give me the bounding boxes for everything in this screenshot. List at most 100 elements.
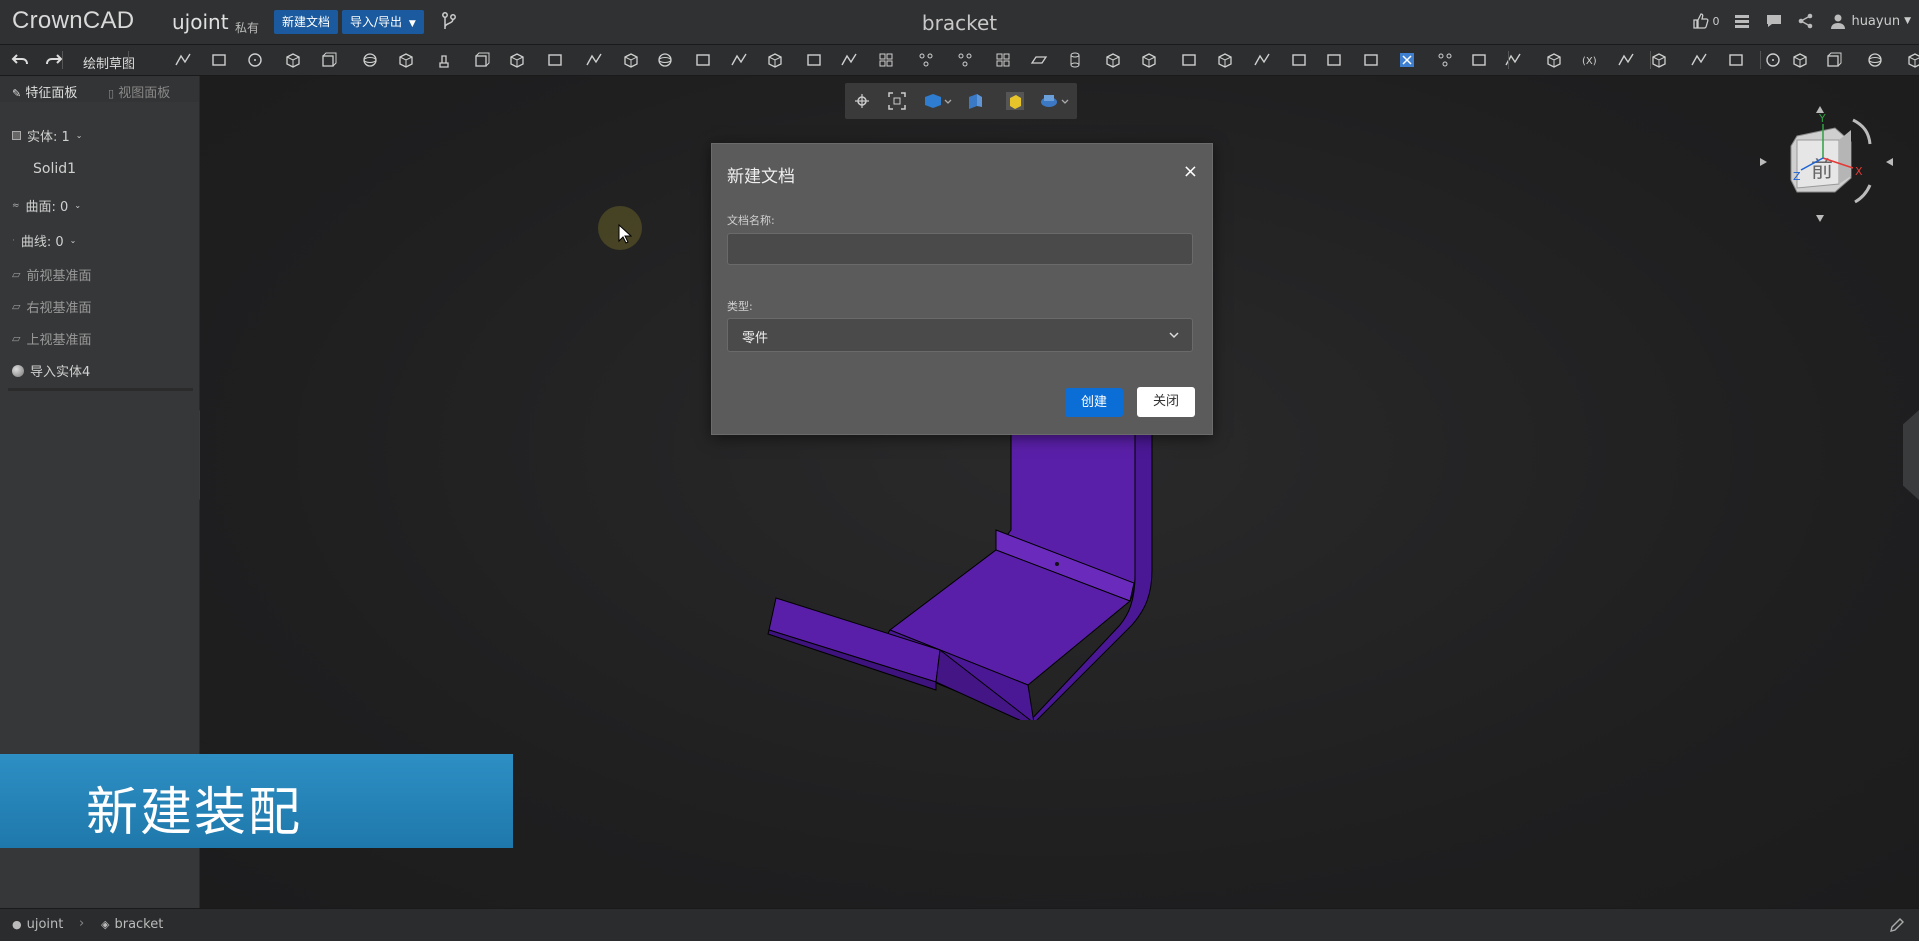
create-button[interactable]: 创建: [1065, 388, 1123, 417]
toolbar-tool-26-icon[interactable]: [1104, 51, 1122, 69]
zoom-fit-icon[interactable]: [887, 91, 907, 111]
surface-icon: ≈: [12, 200, 20, 211]
toolbar-tool-15-icon[interactable]: [694, 51, 712, 69]
render-mode-icon[interactable]: [1039, 91, 1071, 111]
tab-view-panel[interactable]: ▯ 视图面板: [108, 82, 170, 101]
close-icon[interactable]: ×: [1183, 161, 1198, 182]
tree-top-plane[interactable]: ▱ 上视基准面: [12, 329, 91, 348]
toolbar-tool-21-icon[interactable]: [917, 51, 935, 69]
toolbar-tool-40-icon[interactable]: [1617, 51, 1635, 69]
toolbar-tool-1-icon[interactable]: [174, 51, 192, 69]
toolbar-tool-41-icon[interactable]: [1650, 51, 1668, 69]
toolbar-tool-2-icon[interactable]: [210, 51, 228, 69]
tree-right-plane[interactable]: ▱ 右视基准面: [12, 297, 91, 316]
toolbar-tool-32-icon[interactable]: [1325, 51, 1343, 69]
toolbar-tool-30-icon[interactable]: [1253, 51, 1271, 69]
like-button[interactable]: 0: [1691, 12, 1719, 30]
comment-icon[interactable]: [1765, 12, 1783, 30]
toolbar-tool-44-icon[interactable]: [1764, 51, 1782, 69]
toolbar-tool-16-icon[interactable]: [730, 51, 748, 69]
panel-divider: [8, 388, 193, 391]
toolbar-tool-19-icon[interactable]: [840, 51, 858, 69]
new-document-button[interactable]: 新建文档: [274, 10, 339, 34]
toolbar-tool-4-icon[interactable]: [284, 51, 302, 69]
tree-front-plane[interactable]: ▱ 前视基准面: [12, 265, 91, 284]
app-logo[interactable]: CrownCAD: [12, 7, 134, 35]
tree-solids[interactable]: 实体: 1 ⌄: [12, 126, 83, 145]
toolbar-tool-12-icon[interactable]: [585, 51, 603, 69]
type-select[interactable]: 零件: [727, 318, 1193, 352]
toolbar-tool-33-icon[interactable]: [1362, 51, 1380, 69]
toolbar-tool-36-icon[interactable]: [1470, 51, 1488, 69]
toolbar-tool-48-icon[interactable]: [1906, 51, 1919, 69]
toolbar-tool-17-icon[interactable]: [766, 51, 784, 69]
document-name-input[interactable]: [727, 233, 1193, 265]
toolbar-tool-31-icon[interactable]: [1290, 51, 1308, 69]
main-toolbar: 绘制草图 (X): [0, 45, 1919, 76]
toolbar-tool-45-icon[interactable]: [1791, 51, 1809, 69]
tree-imported-solid[interactable]: 导入实体4: [12, 361, 90, 380]
toolbar-tool-24-icon[interactable]: [1030, 51, 1048, 69]
share-icon[interactable]: [1797, 12, 1815, 30]
breadcrumb-project[interactable]: ● ujoint: [12, 917, 63, 932]
toolbar-tool-6-icon[interactable]: [361, 51, 379, 69]
cube-face-label: 前: [1811, 158, 1833, 183]
toolbar-tool-9-icon[interactable]: [473, 51, 491, 69]
axis-x-label: X: [1855, 165, 1863, 178]
bracket-model[interactable]: [760, 420, 1160, 720]
solid-icon: [12, 131, 21, 140]
toolbar-tool-18-icon[interactable]: [805, 51, 823, 69]
toolbar-tool-23-icon[interactable]: [994, 51, 1012, 69]
toolbar-tool-25-icon[interactable]: [1066, 51, 1084, 69]
tree-surfaces[interactable]: ≈ 曲面: 0 ⌄: [12, 196, 81, 215]
view-orientation-icon[interactable]: [922, 91, 954, 111]
toolbar-tool-46-icon[interactable]: [1825, 51, 1843, 69]
privacy-label: 私有: [235, 21, 260, 35]
breadcrumb-document[interactable]: ◈ bracket: [101, 917, 163, 932]
toolbar-tool-3-icon[interactable]: [246, 51, 264, 69]
tree-item-solid1[interactable]: Solid1: [33, 161, 76, 177]
undo-icon[interactable]: [11, 51, 29, 69]
toolbar-tool-14-icon[interactable]: [656, 51, 674, 69]
toolbar-tool-37-icon[interactable]: [1504, 51, 1522, 69]
user-icon: [1831, 14, 1846, 29]
toolbar-tool-38-icon[interactable]: [1545, 51, 1563, 69]
tree-curves[interactable]: · 曲线: 0 ⌄: [12, 231, 76, 250]
snap-icon[interactable]: [852, 91, 872, 111]
toolbar-tool-5-icon[interactable]: [320, 51, 338, 69]
section-view-icon[interactable]: [965, 91, 985, 111]
shaded-display-icon[interactable]: [1005, 91, 1025, 111]
toolbar-tool-27-icon[interactable]: [1140, 51, 1158, 69]
thumbs-up-icon: [1693, 13, 1709, 29]
tab-feature-panel[interactable]: ✎ 特征面板: [12, 82, 77, 101]
toolbar-tool-28-icon[interactable]: [1180, 51, 1198, 69]
toolbar-tool-11-icon[interactable]: [546, 51, 564, 69]
redo-icon[interactable]: [45, 51, 63, 69]
user-menu[interactable]: huayun ▼: [1829, 12, 1911, 30]
toolbar-tool-10-icon[interactable]: [508, 51, 526, 69]
toolbar-tool-8-icon[interactable]: [437, 51, 455, 69]
toolbar-tool-47-icon[interactable]: [1866, 51, 1884, 69]
import-export-button[interactable]: 导入/导出 ▼: [342, 10, 424, 34]
toolbar-tool-39-icon[interactable]: (X): [1581, 51, 1599, 69]
toolbar-tool-7-icon[interactable]: [397, 51, 415, 69]
toolbar-tool-35-icon[interactable]: [1436, 51, 1454, 69]
caption-text: 新建装配: [86, 783, 303, 843]
toolbar-tool-34-icon[interactable]: [1398, 51, 1416, 69]
toolbar-tool-13-icon[interactable]: [622, 51, 640, 69]
caret-down-icon: ▼: [1904, 16, 1911, 26]
view-cube[interactable]: 前 Y X Z: [1755, 100, 1895, 230]
toolbar-tool-42-icon[interactable]: [1690, 51, 1708, 69]
toolbar-tool-29-icon[interactable]: [1216, 51, 1234, 69]
toolbar-tool-22-icon[interactable]: [956, 51, 974, 69]
sphere-icon: [12, 364, 24, 377]
toolbar-tool-20-icon[interactable]: [877, 51, 895, 69]
project-name[interactable]: ujoint: [172, 10, 229, 34]
chevron-down-icon: [1169, 332, 1179, 339]
close-button[interactable]: 关闭: [1137, 387, 1195, 417]
pencil-icon[interactable]: [1889, 917, 1905, 933]
toolbar-tool-43-icon[interactable]: [1727, 51, 1745, 69]
right-panel-collapse-handle[interactable]: [1903, 410, 1919, 500]
branch-icon[interactable]: [441, 11, 457, 33]
stack-icon[interactable]: [1733, 12, 1751, 30]
